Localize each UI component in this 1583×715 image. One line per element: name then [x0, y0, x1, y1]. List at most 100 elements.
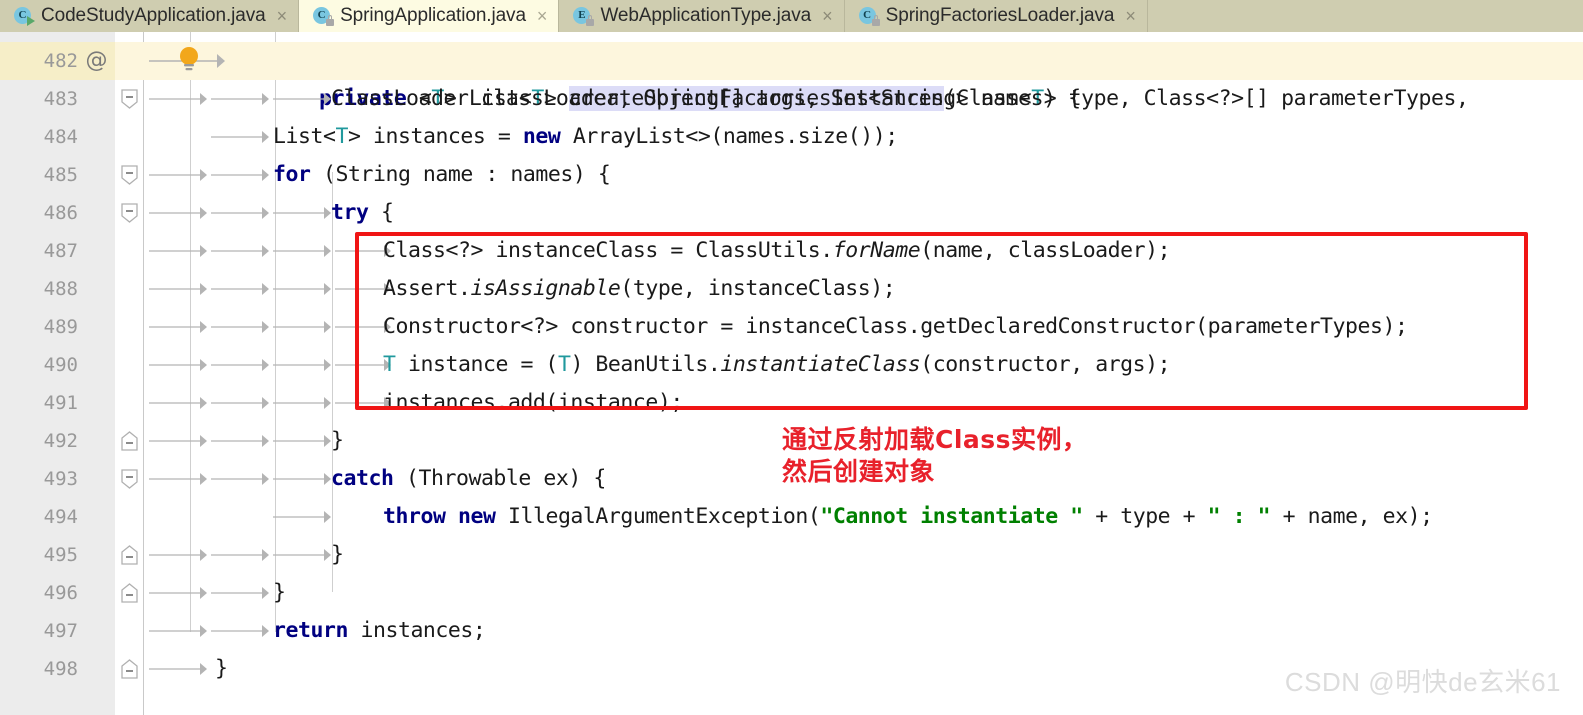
code-line-495[interactable]: 495 } — [0, 536, 1583, 574]
fold-marker-icon[interactable] — [121, 469, 138, 489]
indent-arrows — [147, 232, 397, 270]
fold-marker-icon[interactable] — [121, 583, 138, 603]
tab-WebApplicationType[interactable]: E WebApplicationType.java × — [559, 0, 845, 32]
code-line-496[interactable]: 496 } — [0, 574, 1583, 612]
code-line-488[interactable]: 488 Assert.isAssignable(type, instanceCl… — [0, 270, 1583, 308]
code-token-string: " : " — [1207, 504, 1271, 529]
code-line-482[interactable]: 482 @ private <T> List<T> createSpringFa… — [0, 42, 1583, 111]
fold-marker-icon[interactable] — [121, 165, 138, 185]
code-token-text: Assert. — [383, 276, 471, 301]
fold-marker-icon[interactable] — [121, 431, 138, 451]
code-line-497[interactable]: 497 return instances; — [0, 612, 1583, 650]
line-number: 483 — [43, 88, 78, 110]
line-number-cell: 489 — [0, 308, 115, 346]
indent-arrows — [147, 536, 337, 574]
code-token-text: (name, classLoader); — [920, 238, 1171, 263]
code-token-text: Class<?> instanceClass = ClassUtils. — [383, 238, 833, 263]
code-line-490[interactable]: 490 T instance = (T) BeanUtils.instantia… — [0, 346, 1583, 384]
editor-tab-bar: C CodeStudyApplication.java × C SpringAp… — [0, 0, 1583, 32]
lock-glyph — [326, 15, 335, 26]
indent-arrows — [209, 118, 275, 156]
line-number: 489 — [43, 316, 78, 338]
lock-glyph — [871, 15, 880, 26]
indent-arrows — [271, 498, 337, 536]
close-icon[interactable]: × — [1125, 7, 1136, 25]
code-token-text: IllegalArgumentException( — [495, 504, 821, 529]
line-number: 488 — [43, 278, 78, 300]
line-number: 484 — [43, 126, 78, 148]
line-number: 494 — [43, 506, 78, 528]
indent-arrows — [147, 156, 277, 194]
tab-CodeStudyApplication[interactable]: C CodeStudyApplication.java × — [0, 0, 300, 32]
line-number: 498 — [43, 658, 78, 680]
indent-arrows — [147, 650, 217, 688]
line-number-cell: 487 — [0, 232, 115, 270]
java-class-locked-icon: C — [313, 6, 335, 26]
tab-SpringApplication[interactable]: C SpringApplication.java × — [299, 0, 560, 32]
line-number-cell: 488 — [0, 270, 115, 308]
fold-marker-icon[interactable] — [121, 203, 138, 223]
code-token-keyword: catch — [331, 466, 394, 491]
code-token-keyword: new — [522, 124, 561, 149]
code-editor[interactable]: 481 "unchecked") 482 @ — [0, 32, 1583, 715]
indent-arrows — [147, 194, 337, 232]
fold-marker-icon[interactable] — [121, 659, 138, 679]
line-number-cell: 484 — [0, 118, 115, 156]
java-enum-locked-icon: E — [573, 6, 595, 26]
line-number-cell: 485 — [0, 156, 115, 194]
tab-label: WebApplicationType.java — [600, 5, 812, 26]
line-number: 486 — [43, 202, 78, 224]
code-token-text: (Throwable ex) { — [393, 466, 606, 491]
java-class-runnable-icon: C — [14, 6, 35, 26]
code-token-text: ) BeanUtils. — [570, 352, 721, 377]
code-token-type-param: T — [557, 352, 571, 377]
close-icon[interactable]: × — [537, 7, 548, 25]
code-token-text: instances; — [347, 618, 486, 643]
line-number: 496 — [43, 582, 78, 604]
watermark: CSDN @明快de玄米61 — [1284, 667, 1561, 697]
tab-SpringFactoriesLoader[interactable]: C SpringFactoriesLoader.java × — [844, 0, 1148, 32]
code-line-483[interactable]: 483 ClassLoader classLoader, Object[] ar… — [0, 80, 1583, 118]
code-line-487[interactable]: 487 Class<?> instanceClass = ClassUtils.… — [0, 232, 1583, 270]
line-number: 481 — [0, 32, 78, 34]
code-line-484[interactable]: 484 List<T> instances = new ArrayList<>(… — [0, 118, 1583, 156]
indent-arrows — [147, 308, 397, 346]
code-line-491[interactable]: 491 instances.add(instance); — [0, 384, 1583, 422]
fold-marker-icon[interactable] — [121, 89, 138, 109]
line-number: 490 — [43, 354, 78, 376]
line-number-cell: 496 — [0, 574, 115, 612]
line-number: 482 — [43, 50, 78, 72]
line-number-cell: 497 — [0, 612, 115, 650]
code-token-text: (constructor, args); — [920, 352, 1171, 377]
code-line-486[interactable]: 486 try { — [0, 194, 1583, 232]
java-class-locked-icon: C — [858, 6, 880, 26]
indent-arrows — [147, 460, 337, 498]
lock-glyph — [586, 15, 595, 26]
code-token-text: } — [331, 428, 344, 453]
line-number-cell: 498 — [0, 650, 115, 688]
code-token-text: } — [273, 580, 286, 605]
close-icon[interactable]: × — [277, 7, 288, 25]
annotation-text: 通过反射加载Class实例， 然后创建对象 — [782, 425, 1088, 486]
code-token-text: instances.add(instance); — [383, 390, 683, 415]
fold-marker-icon[interactable] — [121, 545, 138, 565]
code-token-keyword: throw — [383, 504, 446, 529]
close-icon[interactable]: × — [822, 7, 833, 25]
indent-arrows — [147, 422, 337, 460]
code-token-text: (String name : names) { — [310, 162, 611, 187]
code-token-text: > instances = — [347, 124, 523, 149]
code-line-489[interactable]: 489 Constructor<?> constructor = instanc… — [0, 308, 1583, 346]
code-line-494[interactable]: 494 throw new IllegalArgumentException("… — [0, 498, 1583, 536]
code-line-485[interactable]: 485 for (String name : names) { — [0, 156, 1583, 194]
code-token-type-param: T — [383, 352, 396, 377]
line-number-cell: 482 @ — [0, 42, 115, 80]
indent-arrows — [147, 574, 277, 612]
indent-arrows — [147, 346, 397, 384]
line-number-cell: 492 — [0, 422, 115, 460]
line-number: 495 — [43, 544, 78, 566]
code-token-text: List< — [273, 124, 336, 149]
run-arrow-glyph — [27, 16, 35, 26]
code-token-text: instance = ( — [395, 352, 558, 377]
annotation-marker[interactable]: @ — [78, 50, 115, 72]
